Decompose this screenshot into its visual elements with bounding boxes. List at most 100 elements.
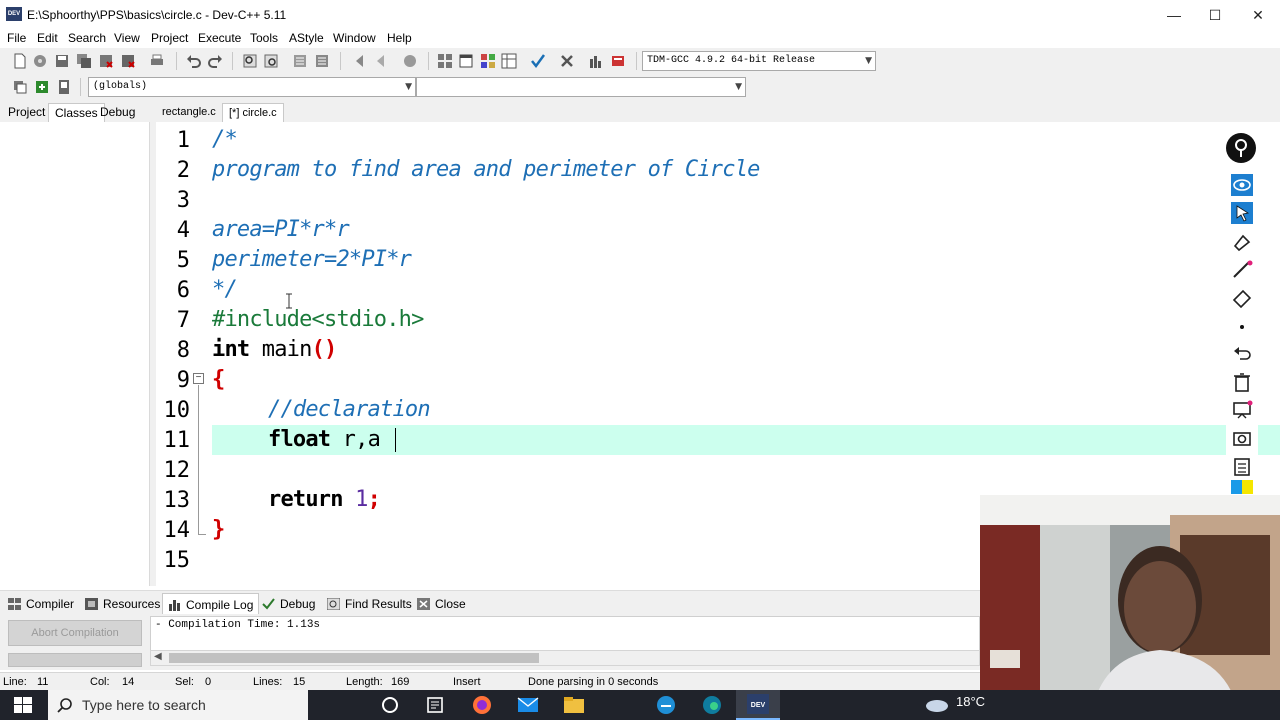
chart-icon	[169, 600, 180, 611]
open-folder-icon[interactable]	[32, 53, 48, 69]
save-icon[interactable]	[54, 53, 70, 69]
editor-tabs: rectangle.c [*] circle.c	[150, 100, 1280, 122]
trash-icon[interactable]	[1231, 371, 1253, 393]
window-icon[interactable]	[458, 53, 474, 69]
debug-icon[interactable]	[610, 53, 626, 69]
fold-toggle[interactable]: −	[193, 373, 204, 384]
chevron-down-icon: ▼	[865, 56, 872, 66]
menu-view[interactable]: View	[114, 31, 140, 45]
status-length-value: 169	[391, 676, 410, 688]
unindent-icon[interactable]	[314, 53, 330, 69]
weather-cloud-icon[interactable]	[924, 694, 950, 714]
fold-guide-end	[198, 534, 206, 535]
close-window-button[interactable]: ✕	[1236, 0, 1280, 30]
tab-find-results[interactable]: Find Results	[322, 593, 417, 614]
webcam-overlay	[980, 495, 1280, 720]
stop-execution-icon[interactable]	[559, 53, 575, 69]
goto-forward-icon[interactable]	[373, 53, 389, 69]
file-explorer-icon[interactable]	[561, 693, 587, 717]
tab-debug-output[interactable]: Debug	[257, 593, 320, 614]
indent-icon[interactable]	[292, 53, 308, 69]
tab-debug[interactable]: Debug	[94, 103, 141, 122]
whiteboard-icon[interactable]	[1231, 399, 1253, 421]
edge-icon[interactable]	[653, 693, 679, 717]
declaration-text: r,a	[330, 427, 381, 452]
color-palette-icon[interactable]	[1231, 480, 1253, 494]
taskbar-search-box[interactable]: Type here to search	[48, 690, 308, 720]
member-select[interactable]: ▼	[416, 77, 746, 97]
task-view-icon[interactable]	[422, 693, 448, 717]
new-file-icon[interactable]	[12, 53, 28, 69]
compiler-select[interactable]: TDM-GCC 4.9.2 64-bit Release ▼	[642, 51, 876, 71]
window-title: E:\Sphoorthy\PPS\basics\circle.c - Dev-C…	[27, 8, 287, 22]
check-syntax-icon[interactable]	[530, 53, 546, 69]
print-icon[interactable]	[149, 53, 165, 69]
redo-icon[interactable]	[207, 53, 223, 69]
highlighter-icon[interactable]	[1231, 232, 1253, 254]
goto-back-icon[interactable]	[352, 53, 368, 69]
eraser-icon[interactable]	[1231, 286, 1253, 308]
scroll-left-arrow-icon[interactable]: ◀	[154, 651, 162, 662]
close-file-icon[interactable]	[98, 53, 114, 69]
class-insert-icon[interactable]	[12, 79, 28, 95]
tab-rectangle-c[interactable]: rectangle.c	[156, 103, 222, 122]
pin-icon[interactable]	[1226, 133, 1256, 163]
semicolon: ;	[367, 487, 381, 512]
compile-icon[interactable]	[480, 53, 496, 69]
menu-execute[interactable]: Execute	[198, 31, 241, 45]
menu-tools[interactable]: Tools	[250, 31, 278, 45]
tab-compiler[interactable]: Compiler	[3, 593, 79, 614]
search-placeholder: Type here to search	[82, 697, 206, 713]
run-icon[interactable]	[501, 53, 517, 69]
menu-search[interactable]: Search	[68, 31, 106, 45]
minimize-button[interactable]: —	[1152, 0, 1196, 30]
windows-start-icon[interactable]	[14, 697, 32, 713]
tab-resources[interactable]: Resources	[80, 593, 165, 614]
menu-window[interactable]: Window	[333, 31, 376, 45]
menu-edit[interactable]: Edit	[37, 31, 58, 45]
firefox-icon[interactable]	[469, 693, 495, 717]
abort-compilation-button[interactable]: Abort Compilation	[8, 620, 142, 646]
log-horizontal-scrollbar[interactable]: ◀	[150, 650, 980, 666]
tab-close-output[interactable]: Close	[412, 593, 471, 614]
menu-project[interactable]: Project	[151, 31, 188, 45]
tab-project[interactable]: Project	[2, 103, 51, 122]
mail-icon[interactable]	[515, 693, 541, 717]
clipboard-icon[interactable]	[1231, 455, 1253, 477]
project-options-icon[interactable]	[437, 53, 453, 69]
menu-help[interactable]: Help	[387, 31, 412, 45]
code-line-6: */	[212, 277, 238, 302]
keyword-return: return	[268, 487, 343, 512]
devcpp-taskbar-button[interactable]: DEV	[736, 690, 780, 720]
close-all-icon[interactable]	[120, 53, 136, 69]
find-icon[interactable]	[242, 53, 258, 69]
maximize-button[interactable]: ☐	[1193, 0, 1237, 30]
profile-chart-icon[interactable]	[588, 53, 604, 69]
line-number: 7	[176, 308, 190, 333]
code-line-9: {	[212, 367, 225, 392]
pen-icon[interactable]	[1231, 258, 1253, 280]
compile-time-text: - Compilation Time: 1.13s	[155, 619, 321, 631]
edge-chromium-icon[interactable]	[699, 693, 725, 717]
tab-circle-c[interactable]: [*] circle.c	[222, 103, 284, 122]
scrollbar-thumb[interactable]	[169, 653, 539, 663]
menu-astyle[interactable]: AStyle	[289, 31, 324, 45]
undo-annotation-icon[interactable]	[1231, 343, 1253, 365]
pointer-icon[interactable]	[1231, 202, 1253, 224]
replace-icon[interactable]	[263, 53, 279, 69]
camera-icon[interactable]	[1231, 427, 1253, 449]
goto-bookmark-icon[interactable]	[56, 79, 72, 95]
tab-compile-log[interactable]: Compile Log	[162, 593, 260, 614]
eye-icon[interactable]	[1231, 174, 1253, 196]
code-line-8: int main()	[212, 337, 337, 362]
undo-icon[interactable]	[186, 53, 202, 69]
add-bookmark-icon[interactable]	[34, 79, 50, 95]
save-all-icon[interactable]	[76, 53, 92, 69]
cortana-icon[interactable]	[377, 693, 403, 717]
menu-file[interactable]: File	[7, 31, 26, 45]
dot-size-icon[interactable]	[1231, 316, 1253, 338]
bookmark-icon[interactable]	[402, 53, 418, 69]
scope-select[interactable]: (globals) ▼	[88, 77, 416, 97]
line-number: 11	[163, 428, 191, 453]
status-line-value: 11	[37, 676, 49, 688]
